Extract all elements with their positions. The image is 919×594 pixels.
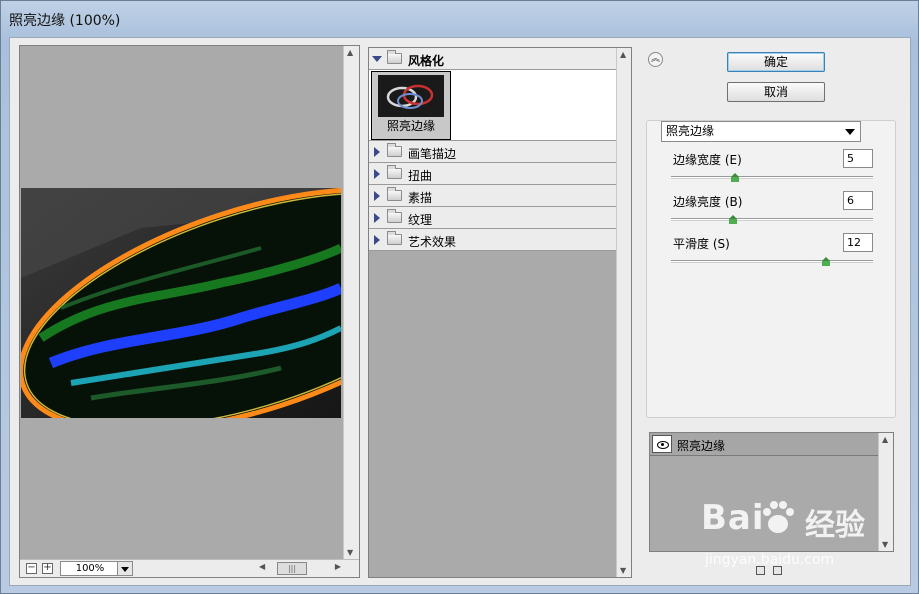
slider-knob[interactable]	[731, 173, 739, 182]
edge-brightness-slider[interactable]	[671, 215, 873, 224]
collapsed-triangle-icon[interactable]	[374, 169, 380, 179]
effect-layer-row[interactable]: 照亮边缘	[650, 433, 878, 456]
dialog-window: 照亮边缘 (100%) ▲ ▼ − + 100% ◀ ||| ▶ 风格化 照亮边…	[0, 0, 919, 594]
filter-thumbnail-image	[378, 75, 444, 117]
smoothness-input[interactable]: 12	[843, 233, 873, 252]
zoom-out-button[interactable]: −	[26, 563, 37, 574]
filter-group-label: 扭曲	[408, 169, 433, 183]
slider-knob[interactable]	[729, 215, 737, 224]
window-title: 照亮边缘 (100%)	[9, 13, 121, 29]
collapsed-triangle-icon[interactable]	[374, 191, 380, 201]
filter-group-sketch[interactable]: 素描	[369, 185, 617, 207]
filter-group-stylize[interactable]: 风格化	[369, 48, 617, 70]
edge-brightness-input[interactable]: 6	[843, 191, 873, 210]
preview-horizontal-scrollbar[interactable]: ◀ ||| ▶	[257, 561, 343, 576]
collapse-browser-button[interactable]: ︽	[648, 52, 663, 67]
filter-group-brush-strokes[interactable]: 画笔描边	[369, 141, 617, 163]
zoom-in-button[interactable]: +	[42, 563, 53, 574]
collapsed-triangle-icon[interactable]	[374, 213, 380, 223]
folder-icon	[387, 231, 402, 245]
filter-group-label: 画笔描边	[408, 147, 457, 161]
preview-vertical-scrollbar[interactable]: ▲ ▼	[343, 46, 359, 559]
scroll-down-arrow-icon[interactable]: ▼	[347, 548, 353, 557]
filter-browser-scrollbar[interactable]: ▲ ▼	[616, 48, 631, 577]
folder-icon	[387, 187, 402, 201]
cancel-button[interactable]: 取消	[727, 82, 825, 102]
slider-knob[interactable]	[822, 257, 830, 266]
filter-thumbnail-glowing-edges[interactable]: 照亮边缘	[371, 71, 451, 140]
filter-select-dropdown[interactable]: 照亮边缘	[661, 121, 861, 142]
title-bar[interactable]: 照亮边缘 (100%)	[1, 1, 918, 35]
filter-browser: 风格化 照亮边缘 画笔描边 扭曲 素描 纹理 艺术效果 ▲ ▼	[368, 47, 632, 578]
filter-group-texture[interactable]: 纹理	[369, 207, 617, 229]
zoom-level-field[interactable]: 100%	[60, 561, 120, 576]
preview-image[interactable]	[21, 188, 341, 418]
effect-layers-panel: 照亮边缘 ▲ ▼	[649, 432, 894, 552]
edge-width-slider[interactable]	[671, 173, 873, 182]
expanded-triangle-icon[interactable]	[372, 56, 382, 62]
collapsed-triangle-icon[interactable]	[374, 235, 380, 245]
smoothness-label: 平滑度 (S)	[673, 237, 730, 251]
folder-icon	[387, 50, 402, 64]
collapsed-triangle-icon[interactable]	[374, 147, 380, 157]
folder-icon	[387, 143, 402, 157]
edge-width-input[interactable]: 5	[843, 149, 873, 168]
scroll-up-arrow-icon[interactable]: ▲	[620, 50, 626, 59]
glowing-edges-thumbnail-graphic	[378, 75, 444, 117]
ok-button[interactable]: 确定	[727, 52, 825, 72]
eye-visibility-icon[interactable]	[652, 435, 672, 453]
filter-group-label: 纹理	[408, 213, 433, 227]
effect-layers-scrollbar[interactable]: ▲ ▼	[878, 433, 893, 551]
edge-brightness-label: 边缘亮度 (B)	[673, 195, 743, 209]
preview-pane: ▲ ▼ − + 100% ◀ ||| ▶	[19, 45, 360, 578]
scroll-thumb[interactable]: |||	[277, 562, 307, 575]
filter-group-label: 素描	[408, 191, 433, 205]
dialog-client: ▲ ▼ − + 100% ◀ ||| ▶ 风格化 照亮边缘 画笔描边 扭曲 素描…	[9, 37, 911, 586]
new-effect-layer-icon[interactable]	[756, 566, 765, 575]
filter-group-distort[interactable]: 扭曲	[369, 163, 617, 185]
preview-zoom-bar: − + 100% ◀ ||| ▶	[20, 559, 359, 577]
folder-icon	[387, 165, 402, 179]
double-chevron-up-icon: ︽	[650, 54, 660, 64]
filter-thumbnails: 照亮边缘	[369, 70, 617, 141]
folder-icon	[387, 209, 402, 223]
zoom-dropdown-button[interactable]	[117, 561, 133, 576]
filter-group-artistic[interactable]: 艺术效果	[369, 229, 617, 251]
edge-width-label: 边缘宽度 (E)	[673, 153, 742, 167]
filter-thumbnail-label: 照亮边缘	[386, 119, 435, 133]
filter-group-label: 风格化	[408, 54, 445, 68]
scroll-up-arrow-icon[interactable]: ▲	[347, 48, 353, 57]
layer-tools	[756, 564, 796, 576]
scroll-up-arrow-icon[interactable]: ▲	[882, 435, 888, 444]
scroll-right-arrow-icon[interactable]: ▶	[335, 562, 341, 571]
smoothness-slider[interactable]	[671, 257, 873, 266]
delete-effect-layer-icon[interactable]	[773, 566, 782, 575]
filter-settings-panel: 照亮边缘 边缘宽度 (E) 5 边缘亮度 (B) 6 平滑度 (S) 12	[646, 120, 896, 418]
effect-layer-label: 照亮边缘	[677, 439, 726, 453]
glowing-edges-preview-graphic	[21, 188, 341, 418]
scroll-down-arrow-icon[interactable]: ▼	[882, 540, 888, 549]
filter-group-label: 艺术效果	[408, 235, 457, 249]
scroll-down-arrow-icon[interactable]: ▼	[620, 566, 626, 575]
scroll-left-arrow-icon[interactable]: ◀	[259, 562, 265, 571]
